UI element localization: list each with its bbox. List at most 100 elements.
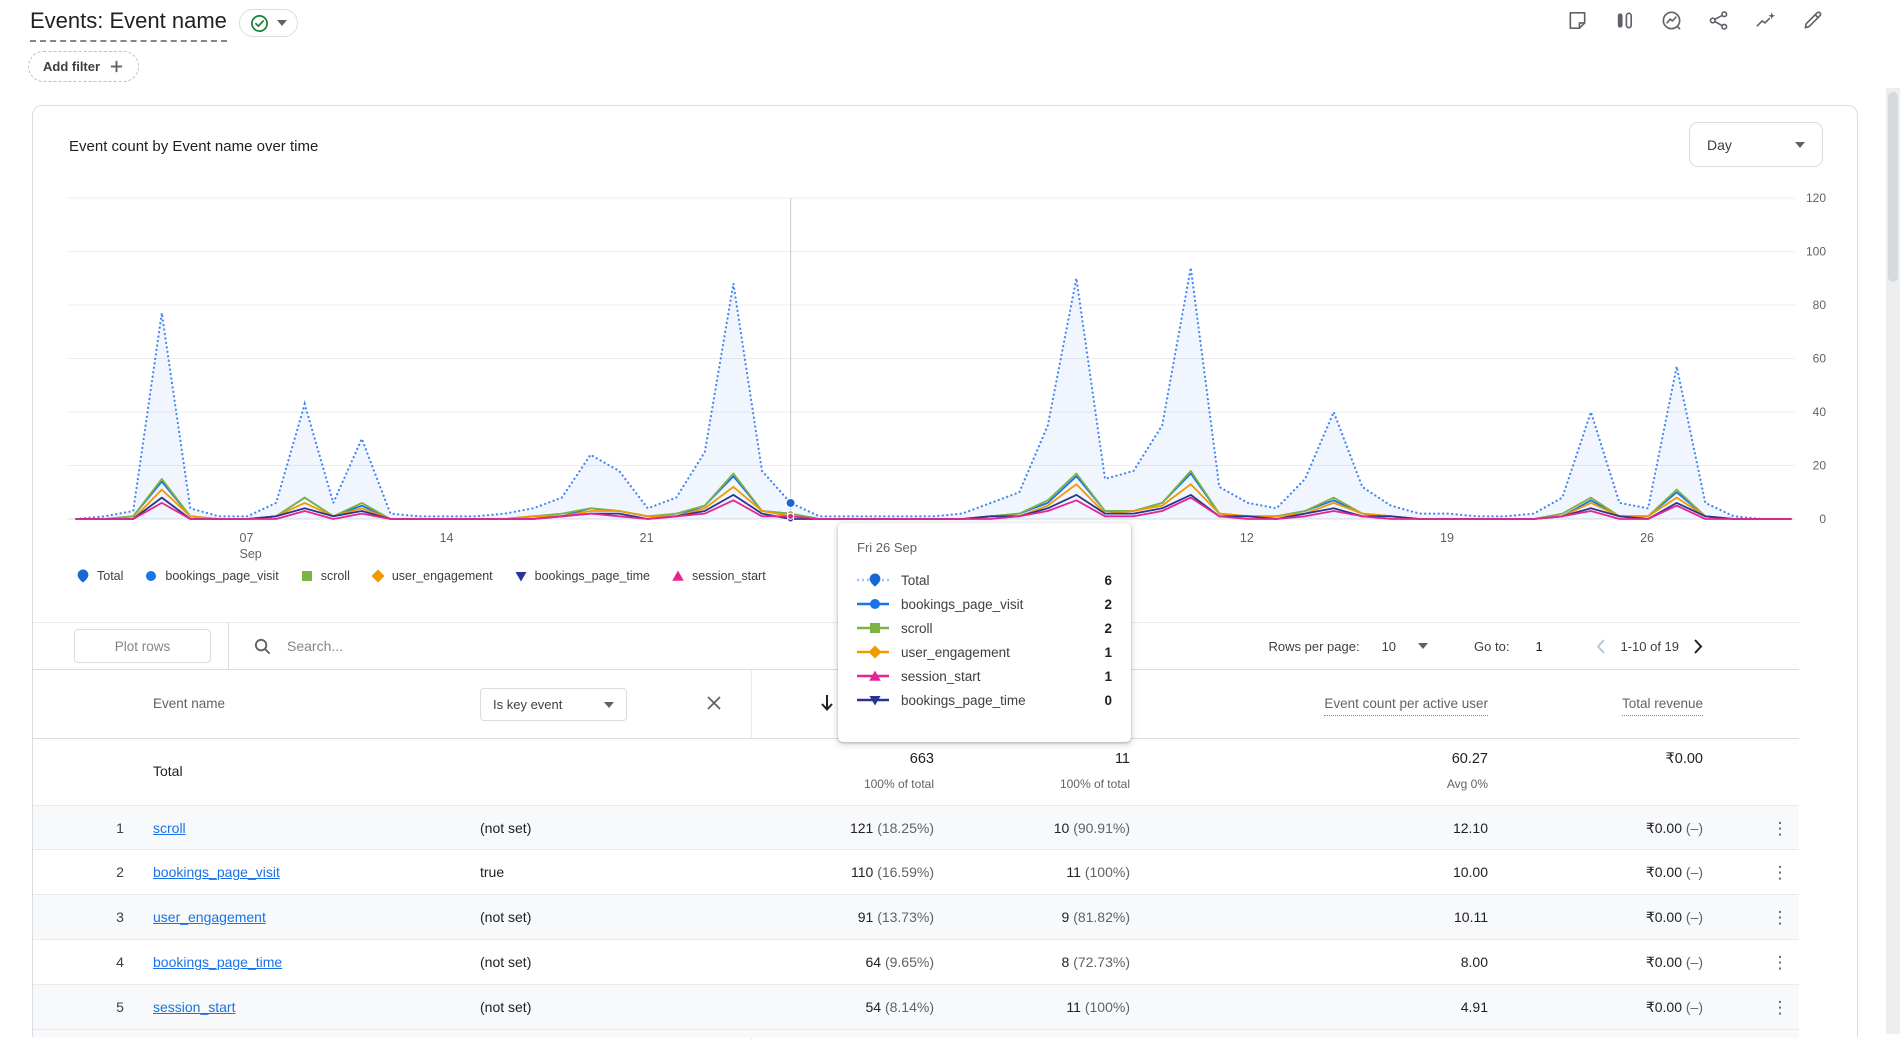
total-users-cell: 10 (90.91%): [1054, 820, 1130, 836]
granularity-select[interactable]: Day: [1689, 122, 1823, 167]
tooltip-row-bookings_page_visit: bookings_page_visit2: [857, 592, 1112, 616]
scrollbar-thumb[interactable]: [1888, 92, 1898, 282]
event-name-link[interactable]: user_engagement: [153, 909, 266, 925]
chevron-down-icon: [277, 20, 287, 26]
row-menu-icon[interactable]: ⋮: [1769, 861, 1791, 885]
rows-per-page-label: Rows per page:: [1269, 639, 1360, 654]
ga4-events-report: Events: Event name Add filter 0204060801…: [0, 0, 1900, 1034]
insights-circle-icon[interactable]: [1660, 9, 1683, 32]
row-menu-icon[interactable]: ⋮: [1769, 951, 1791, 975]
totals-total-users-sub: 100% of total: [1060, 777, 1130, 791]
tooltip-series-name: session_start: [901, 669, 981, 684]
pagination-range: 1-10 of 19: [1620, 639, 1679, 654]
value-percentage: (72.73%): [1073, 954, 1130, 970]
per-active-user-cell: 12.10: [1453, 820, 1488, 836]
add-filter-label: Add filter: [43, 59, 100, 74]
legend-item-bookings_page_time[interactable]: bookings_page_time: [514, 569, 650, 583]
close-icon[interactable]: [705, 694, 723, 712]
svg-text:100: 100: [1806, 245, 1826, 259]
event-count-cell: 110 (16.59%): [851, 864, 934, 880]
row-menu-icon[interactable]: ⋮: [1769, 996, 1791, 1020]
legend-label: bookings_page_time: [535, 569, 650, 583]
note-icon[interactable]: [1566, 9, 1589, 32]
totals-event-count: 663: [910, 751, 934, 767]
is-key-event-value: (not set): [480, 954, 531, 970]
triangle-up-marker-icon: [671, 569, 685, 583]
event-count-cell: 121 (18.25%): [850, 820, 934, 836]
table-row: 4bookings_page_time(not set)64 (9.65%)8 …: [33, 939, 1799, 984]
sort-descending-icon[interactable]: [819, 693, 835, 713]
row-menu-icon[interactable]: ⋮: [1769, 906, 1791, 930]
table-row: 5session_start(not set)54 (8.14%)11 (100…: [33, 984, 1799, 1029]
triangle-up-marker-icon: [857, 669, 889, 683]
column-header-total-revenue[interactable]: Total revenue: [1622, 696, 1703, 711]
report-toolbar: [1566, 9, 1824, 32]
value-percentage: (–): [1686, 864, 1703, 880]
is-key-event-value: (not set): [480, 999, 531, 1015]
tooltip-date: Fri 26 Sep: [857, 540, 1112, 555]
row-menu-icon[interactable]: ⋮: [1769, 817, 1791, 841]
search-icon: [253, 637, 272, 656]
tooltip-series-value: 1: [1104, 645, 1112, 660]
legend-item-total[interactable]: Total: [76, 569, 123, 583]
legend-item-bookings_page_visit[interactable]: bookings_page_visit: [144, 569, 278, 583]
insights-sparkle-icon[interactable]: [1754, 9, 1777, 32]
search-input[interactable]: [287, 638, 607, 654]
granularity-value: Day: [1707, 137, 1732, 153]
legend-item-scroll[interactable]: scroll: [300, 569, 350, 583]
per-active-user-cell: 10.00: [1453, 864, 1488, 880]
go-to-input[interactable]: [1535, 639, 1557, 654]
svg-text:80: 80: [1813, 298, 1827, 312]
event-name-link[interactable]: bookings_page_time: [153, 954, 282, 970]
event-name-link[interactable]: scroll: [153, 820, 186, 836]
svg-text:07: 07: [240, 531, 254, 545]
add-filter-button[interactable]: Add filter: [28, 51, 139, 82]
value-percentage: (90.91%): [1073, 820, 1130, 836]
table-row: 2bookings_page_visittrue110 (16.59%)11 (…: [33, 849, 1799, 894]
tooltip-row-total: Total6: [857, 568, 1112, 592]
tooltip-series-name: bookings_page_visit: [901, 597, 1023, 612]
svg-text:21: 21: [640, 531, 654, 545]
rows-per-page-value[interactable]: 10: [1382, 639, 1396, 654]
report-card: 02040608010012007Sep14212805Oct121926 Ev…: [32, 105, 1858, 1037]
per-active-user-cell: 4.91: [1461, 999, 1488, 1015]
data-quality-badge[interactable]: [239, 9, 298, 37]
event-name-link[interactable]: bookings_page_visit: [153, 864, 280, 880]
value-percentage: (9.65%): [885, 954, 934, 970]
value-percentage: (8.14%): [885, 999, 934, 1015]
legend-label: Total: [97, 569, 123, 583]
legend-item-user_engagement[interactable]: user_engagement: [371, 569, 493, 583]
share-icon[interactable]: [1707, 9, 1730, 32]
go-to-label: Go to:: [1474, 639, 1509, 654]
chevron-down-icon[interactable]: [1418, 643, 1428, 649]
pagination: Rows per page: 10 Go to: 1-10 of 19: [1269, 638, 1705, 655]
svg-text:60: 60: [1813, 352, 1827, 366]
column-header-per-active-user[interactable]: Event count per active user: [1324, 696, 1488, 711]
value-percentage: (16.59%): [877, 864, 934, 880]
row-index: 2: [109, 864, 131, 880]
column-header-event-name[interactable]: Event name: [153, 696, 225, 711]
total-users-cell: 11 (100%): [1066, 999, 1130, 1015]
square-marker-icon: [300, 569, 314, 583]
event-count-cell: 64 (9.65%): [866, 954, 935, 970]
next-page-icon[interactable]: [1692, 638, 1704, 655]
event-name-link[interactable]: session_start: [153, 999, 235, 1015]
per-active-user-cell: 8.00: [1461, 954, 1488, 970]
comparison-icon[interactable]: [1613, 9, 1636, 32]
per-active-user-cell: 10.11: [1454, 909, 1488, 925]
page-scrollbar[interactable]: [1886, 88, 1900, 1034]
value-percentage: (100%): [1085, 999, 1130, 1015]
svg-text:12: 12: [1240, 531, 1254, 545]
key-event-filter-value: Is key event: [493, 697, 562, 712]
plot-rows-button[interactable]: Plot rows: [74, 629, 211, 663]
event-count-cell: 91 (13.73%): [858, 909, 934, 925]
revenue-cell: ₹0.00 (–): [1646, 999, 1703, 1016]
key-event-filter-select[interactable]: Is key event: [480, 688, 627, 721]
svg-text:26: 26: [1640, 531, 1654, 545]
edit-icon[interactable]: [1801, 9, 1824, 32]
legend-item-session_start[interactable]: session_start: [671, 569, 766, 583]
check-circle-icon: [250, 14, 269, 33]
events-time-chart[interactable]: 02040608010012007Sep14212805Oct121926: [33, 106, 1859, 568]
previous-page-icon[interactable]: [1595, 638, 1607, 655]
diamond-marker-icon: [857, 645, 889, 659]
